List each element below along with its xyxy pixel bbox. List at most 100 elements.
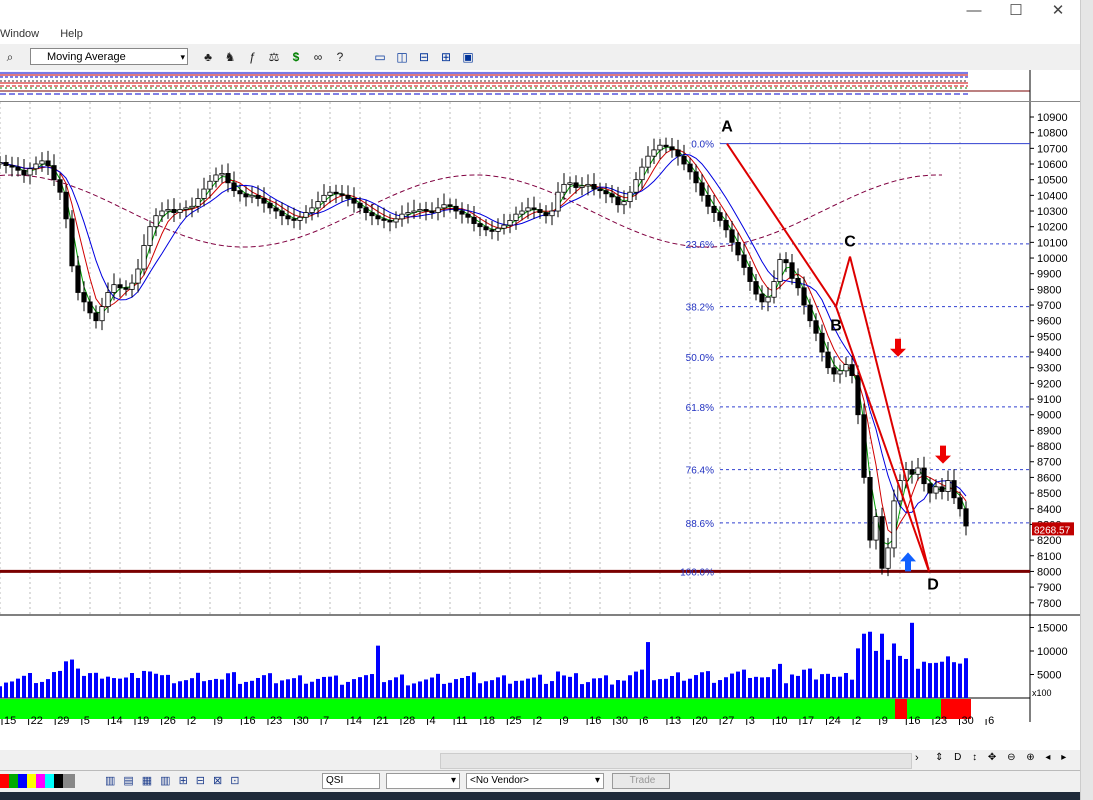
chart-panel[interactable]: 10900 10800 10700 10600 10500 10400 10300 10200… — [0, 102, 1093, 741]
candle-body — [723, 220, 729, 231]
period-select[interactable]: ▾ — [386, 773, 460, 789]
candle-body — [693, 171, 699, 184]
candle-body — [123, 287, 129, 290]
candle-body — [243, 193, 249, 198]
volume-bar — [520, 680, 524, 698]
volume-bar — [790, 674, 794, 698]
vertical-scrollbar[interactable] — [1080, 0, 1093, 800]
volume-bar — [100, 678, 104, 698]
color-palette[interactable] — [0, 774, 75, 788]
candle-body — [411, 210, 417, 213]
binoculars-icon[interactable]: ∞ — [310, 49, 326, 65]
volume-bar — [730, 673, 734, 698]
volume-bar — [820, 674, 824, 698]
pattern-point-label: A — [721, 119, 733, 136]
candle-body — [321, 194, 327, 203]
candle-body — [171, 209, 177, 213]
candle-body — [255, 194, 261, 199]
candle-body — [579, 185, 585, 188]
maximize-button[interactable]: ☐ — [996, 0, 1036, 22]
volume-bar — [184, 680, 188, 698]
price-chart[interactable]: 1090010800107001060010500104001030010200… — [0, 102, 1093, 741]
bag-icon[interactable]: ♣ — [200, 49, 216, 65]
tile-horizontal-icon[interactable]: ⊟ — [416, 49, 432, 65]
price-tick-label: 10800 — [1037, 128, 1068, 140]
candle-body — [777, 259, 783, 282]
volume-bar — [442, 683, 446, 698]
date-tick-label: 23 — [935, 715, 947, 725]
date-tick-label: 9 — [882, 715, 888, 725]
candle-body — [9, 165, 15, 168]
candle-body — [315, 201, 321, 209]
scroll-right-icon[interactable]: › — [915, 752, 919, 764]
volume-bar — [130, 672, 134, 698]
chart-settings-icon[interactable]: ▣ — [460, 49, 476, 65]
candle-body — [75, 265, 81, 293]
indicator-strip — [0, 70, 1080, 102]
price-tick-label: 10300 — [1037, 206, 1068, 218]
candle-body — [645, 155, 651, 168]
volume-bar — [64, 661, 68, 698]
candle-body — [231, 182, 237, 192]
candle-body — [291, 218, 297, 221]
candle-body — [933, 486, 939, 494]
candle-body — [57, 179, 63, 193]
chevron-down-icon: ▾ — [594, 775, 600, 786]
horizontal-scrollbar[interactable] — [440, 753, 912, 769]
price-tick-label: 9700 — [1037, 300, 1061, 312]
candle-body — [285, 215, 291, 220]
candle-body — [789, 262, 795, 279]
volume-bar — [514, 680, 518, 698]
candle-body — [345, 194, 351, 199]
volume-bar — [952, 662, 956, 698]
date-tick-label: 16 — [243, 715, 255, 725]
date-tick-label: 30 — [297, 715, 309, 725]
price-tick-label: 10400 — [1037, 190, 1068, 202]
balance-icon[interactable]: ⚖ — [266, 49, 282, 65]
price-tick-label: 8900 — [1037, 425, 1061, 437]
candle-body — [573, 182, 579, 188]
window-cascade-icon[interactable]: ▭ — [372, 49, 388, 65]
dollar-icon[interactable]: $ — [288, 49, 304, 65]
volume-bar — [880, 633, 884, 698]
nav-controls[interactable]: ⇕ D ↕ ✥ ⊖ ⊕ ◂ ▸ — [935, 752, 1070, 763]
menu-window[interactable]: Window — [0, 26, 39, 42]
function-icon[interactable]: ƒ — [244, 49, 260, 65]
volume-bar — [262, 675, 266, 698]
candle-body — [495, 227, 501, 232]
candle-body — [225, 173, 231, 184]
date-tick-label: 10 — [775, 715, 787, 725]
menu-help[interactable]: Help — [60, 26, 83, 42]
candle-body — [585, 183, 591, 187]
price-tick-label: 10200 — [1037, 222, 1068, 234]
fib-level-label: 38.2% — [686, 303, 714, 314]
date-tick-label: 26 — [164, 715, 176, 725]
tile-grid-icon[interactable]: ⊞ — [438, 49, 454, 65]
tile-vertical-icon[interactable]: ◫ — [394, 49, 410, 65]
volume-bar — [718, 680, 722, 698]
date-tick-label: 20 — [696, 715, 708, 725]
candle-body — [279, 210, 285, 217]
trade-button[interactable]: Trade — [612, 773, 670, 789]
candle-body — [141, 245, 147, 270]
candle-body — [735, 241, 741, 256]
minimize-button[interactable]: — — [954, 0, 994, 22]
volume-bar — [814, 679, 818, 698]
zoom-icon[interactable]: ⌕ — [2, 49, 18, 65]
wizard-icon[interactable]: ♞ — [222, 49, 238, 65]
vendor-select[interactable]: <No Vendor> ▾ — [466, 773, 604, 789]
volume-bar — [22, 675, 26, 698]
candle-body — [615, 196, 621, 206]
date-tick-label: 13 — [669, 715, 681, 725]
volume-bar — [250, 680, 254, 698]
candle-body — [351, 198, 357, 204]
chart-nav-bar: › ⇕ D ↕ ✥ ⊖ ⊕ ◂ ▸ — [0, 750, 1080, 770]
candle-body — [369, 212, 375, 217]
symbol-input[interactable]: QSI — [322, 773, 380, 789]
help-pointer-icon[interactable]: ? — [332, 49, 348, 65]
indicator-select[interactable]: Moving Average ▾ — [30, 48, 188, 65]
close-button[interactable]: ✕ — [1038, 0, 1078, 22]
volume-bar — [244, 681, 248, 698]
candle-body — [705, 194, 711, 207]
drawing-tools[interactable]: ▥▤▦▥⊞⊟⊠⊡ — [105, 774, 247, 787]
